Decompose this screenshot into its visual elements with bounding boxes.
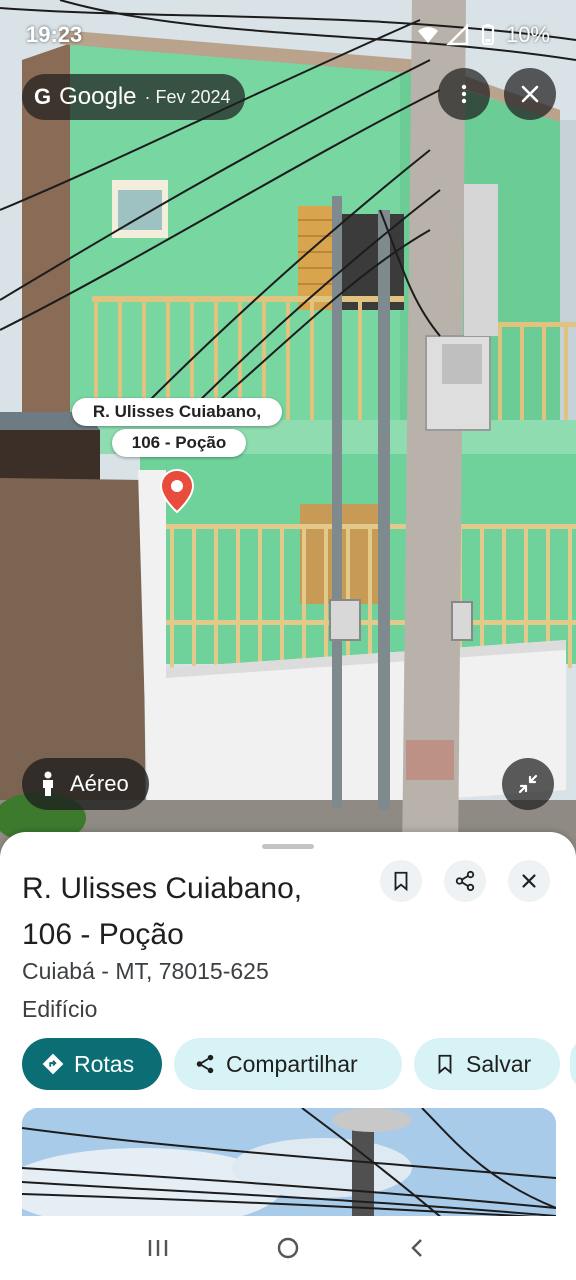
place-title-line2: 106 - Poção bbox=[22, 918, 184, 951]
directions-label: Rotas bbox=[74, 1050, 135, 1077]
save-button[interactable]: Salvar bbox=[414, 1038, 560, 1090]
address-label-line2: 106 - Poção bbox=[112, 429, 246, 457]
sheet-drag-handle[interactable] bbox=[262, 844, 314, 849]
recent-apps-button[interactable] bbox=[140, 1230, 176, 1266]
close-icon bbox=[522, 874, 536, 888]
bookmark-icon bbox=[394, 871, 408, 892]
share-label: Compartilhar bbox=[226, 1050, 358, 1077]
imagery-provider: Google bbox=[59, 83, 137, 110]
share-icon bbox=[455, 870, 475, 892]
directions-button[interactable]: Rotas bbox=[22, 1038, 162, 1090]
close-icon bbox=[521, 85, 539, 103]
collapse-view-button[interactable] bbox=[502, 758, 554, 810]
place-title-line1: R. Ulisses Cuiabano, bbox=[22, 872, 303, 905]
share-button[interactable]: Compartilhar bbox=[174, 1038, 402, 1090]
system-navigation-bar bbox=[0, 1216, 576, 1280]
map-pin-icon[interactable] bbox=[159, 468, 195, 514]
battery-level: 10% bbox=[505, 22, 550, 47]
signal-icon bbox=[446, 23, 469, 46]
save-place-button[interactable] bbox=[380, 860, 422, 902]
aerial-view-label: Aéreo bbox=[70, 771, 129, 796]
google-logo-icon: G bbox=[34, 84, 52, 109]
share-icon bbox=[196, 1054, 214, 1074]
imagery-info-chip[interactable]: G Google · Fev 2024 bbox=[22, 74, 245, 120]
status-time: 19:23 bbox=[26, 22, 83, 47]
place-title: R. Ulisses Cuiabano, 106 - Poção bbox=[22, 866, 362, 958]
back-icon bbox=[411, 1239, 422, 1257]
more-actions-chip[interactable] bbox=[570, 1038, 576, 1090]
home-icon bbox=[277, 1237, 299, 1259]
street-view-address-label: R. Ulisses Cuiabano, 106 - Poção bbox=[72, 398, 282, 462]
imagery-date: · Fev 2024 bbox=[144, 86, 231, 107]
place-address: Cuiabá - MT, 78015-625 bbox=[22, 958, 269, 984]
back-button[interactable] bbox=[400, 1230, 436, 1266]
directions-icon bbox=[42, 1053, 64, 1075]
save-label: Salvar bbox=[466, 1050, 532, 1077]
battery-icon bbox=[481, 24, 495, 46]
person-icon bbox=[43, 771, 53, 796]
close-sheet-button[interactable] bbox=[508, 860, 550, 902]
wifi-icon bbox=[417, 27, 438, 43]
status-icons: 10% bbox=[416, 22, 550, 48]
more-options-button[interactable] bbox=[438, 68, 490, 120]
action-chips: Rotas Compartilhar Salvar bbox=[22, 1038, 576, 1090]
place-photo-image bbox=[22, 1108, 556, 1218]
place-category: Edifício bbox=[22, 996, 98, 1022]
street-view-image[interactable]: 19:23 10% G Google · Fev 2024 R. Ulisses… bbox=[0, 0, 576, 860]
more-vert-icon bbox=[461, 84, 467, 104]
status-bar: 19:23 10% bbox=[0, 0, 576, 68]
close-street-view-button[interactable] bbox=[504, 68, 556, 120]
place-details-sheet: R. Ulisses Cuiabano, 106 - Poção Cuiabá … bbox=[0, 832, 576, 1280]
home-button[interactable] bbox=[270, 1230, 306, 1266]
place-photo[interactable] bbox=[22, 1108, 556, 1218]
bookmark-icon bbox=[438, 1054, 452, 1075]
collapse-icon bbox=[518, 774, 538, 794]
address-label-line1: R. Ulisses Cuiabano, bbox=[72, 398, 282, 426]
recent-apps-icon bbox=[148, 1240, 168, 1256]
share-place-button[interactable] bbox=[444, 860, 486, 902]
aerial-view-button[interactable]: Aéreo bbox=[22, 758, 149, 810]
